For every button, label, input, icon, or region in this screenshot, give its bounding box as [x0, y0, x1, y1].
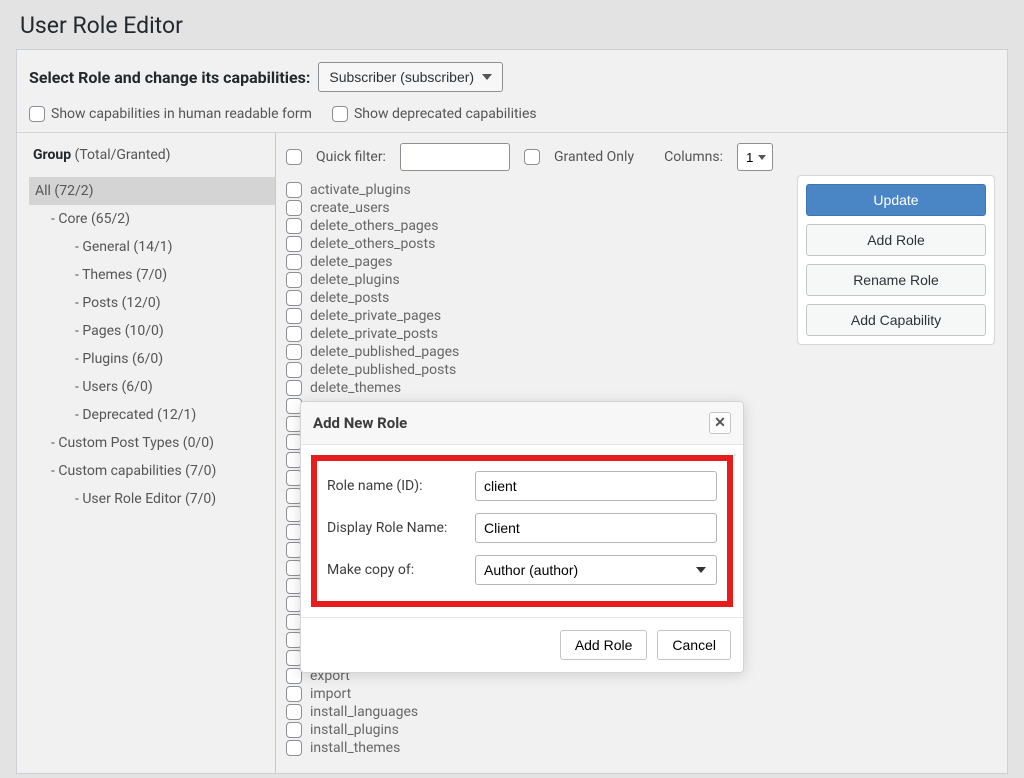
capability-row: delete_private_pages — [286, 307, 783, 325]
capability-label: install_plugins — [310, 722, 399, 738]
quick-filter-label: Quick filter: — [316, 149, 386, 165]
capability-label: delete_private_posts — [310, 326, 438, 342]
group-item[interactable]: - Users (6/0) — [29, 373, 275, 401]
update-button[interactable]: Update — [806, 184, 986, 216]
capability-checkbox[interactable] — [286, 272, 302, 288]
capability-label: delete_others_posts — [310, 236, 435, 252]
close-icon[interactable]: ✕ — [709, 412, 731, 434]
capability-row: delete_posts — [286, 289, 783, 307]
actions-column: Update Add Role Rename Role Add Capabili… — [783, 133, 995, 773]
capability-label: delete_pages — [310, 254, 392, 270]
capability-row: delete_others_pages — [286, 217, 783, 235]
group-item[interactable]: - Deprecated (12/1) — [29, 401, 275, 429]
capability-label: delete_plugins — [310, 272, 400, 288]
cb-deprecated-text: Show deprecated capabilities — [354, 106, 537, 122]
capability-row: delete_themes — [286, 379, 783, 397]
capability-checkbox[interactable] — [286, 686, 302, 702]
group-item[interactable]: - User Role Editor (7/0) — [29, 485, 275, 513]
capability-label: delete_private_pages — [310, 308, 441, 324]
capability-row: activate_plugins — [286, 181, 783, 199]
capability-checkbox[interactable] — [286, 380, 302, 396]
role-select[interactable]: Subscriber (subscriber) — [318, 62, 503, 92]
granted-only-cb[interactable] — [524, 149, 540, 165]
group-item[interactable]: - Themes (7/0) — [29, 261, 275, 289]
capability-row: delete_pages — [286, 253, 783, 271]
capability-row: create_users — [286, 199, 783, 217]
group-column: Group (Total/Granted) All (72/2)- Core (… — [29, 133, 275, 773]
capability-label: delete_published_posts — [310, 362, 456, 378]
group-item[interactable]: - Pages (10/0) — [29, 317, 275, 345]
columns-label: Columns: — [664, 149, 723, 165]
copy-of-label: Make copy of: — [327, 562, 475, 578]
columns-select[interactable]: 1 — [737, 143, 773, 171]
role-id-label: Role name (ID): — [327, 478, 475, 494]
capability-checkbox[interactable] — [286, 254, 302, 270]
capability-checkbox[interactable] — [286, 308, 302, 324]
capability-row: delete_published_posts — [286, 361, 783, 379]
cb-readable[interactable] — [29, 106, 45, 122]
capability-label: delete_published_pages — [310, 344, 459, 360]
highlight-box: Role name (ID): Display Role Name: Make … — [311, 455, 733, 607]
capability-label: import — [310, 686, 351, 702]
capability-checkbox[interactable] — [286, 344, 302, 360]
capability-row: install_themes — [286, 739, 783, 757]
cb-deprecated-label[interactable]: Show deprecated capabilities — [332, 106, 537, 122]
group-item[interactable]: - Posts (12/0) — [29, 289, 275, 317]
capability-label: install_themes — [310, 740, 400, 756]
capability-checkbox[interactable] — [286, 704, 302, 720]
group-tree: All (72/2)- Core (65/2)- General (14/1)-… — [29, 177, 275, 513]
cb-readable-label[interactable]: Show capabilities in human readable form — [29, 106, 312, 122]
capability-checkbox[interactable] — [286, 218, 302, 234]
capability-label: delete_themes — [310, 380, 401, 396]
capability-checkbox[interactable] — [286, 290, 302, 306]
select-role-label: Select Role and change its capabilities: — [29, 68, 310, 87]
dialog-title: Add New Role — [313, 414, 407, 432]
capability-checkbox[interactable] — [286, 362, 302, 378]
cb-deprecated[interactable] — [332, 106, 348, 122]
add-role-dialog: Add New Role ✕ Role name (ID): Display R… — [300, 401, 744, 673]
group-item[interactable]: - General (14/1) — [29, 233, 275, 261]
group-item[interactable]: All (72/2) — [29, 177, 275, 205]
dialog-add-role-button[interactable]: Add Role — [560, 630, 648, 660]
capability-row: delete_private_posts — [286, 325, 783, 343]
select-all-cb[interactable] — [286, 149, 302, 165]
capability-row: delete_published_pages — [286, 343, 783, 361]
dialog-cancel-button[interactable]: Cancel — [657, 630, 731, 660]
group-item[interactable]: - Core (65/2) — [29, 205, 275, 233]
capability-label: delete_others_pages — [310, 218, 438, 234]
capability-checkbox[interactable] — [286, 236, 302, 252]
group-item[interactable]: - Plugins (6/0) — [29, 345, 275, 373]
capability-checkbox[interactable] — [286, 326, 302, 342]
capability-checkbox[interactable] — [286, 182, 302, 198]
copy-of-select[interactable]: Author (author) — [475, 555, 717, 585]
capability-label: activate_plugins — [310, 182, 411, 198]
quick-filter-input[interactable] — [400, 143, 510, 171]
capability-row: delete_others_posts — [286, 235, 783, 253]
group-header: Group (Total/Granted) — [29, 147, 275, 177]
group-item[interactable]: - Custom Post Types (0/0) — [29, 429, 275, 457]
display-name-input[interactable] — [475, 513, 717, 543]
capability-row: install_languages — [286, 703, 783, 721]
add-role-button[interactable]: Add Role — [806, 224, 986, 256]
group-item[interactable]: - Custom capabilities (7/0) — [29, 457, 275, 485]
capability-checkbox[interactable] — [286, 200, 302, 216]
rename-role-button[interactable]: Rename Role — [806, 264, 986, 296]
capability-checkbox[interactable] — [286, 740, 302, 756]
capability-label: install_languages — [310, 704, 418, 720]
granted-only-label: Granted Only — [554, 149, 634, 165]
capability-label: create_users — [310, 200, 390, 216]
capability-checkbox[interactable] — [286, 722, 302, 738]
capability-row: delete_plugins — [286, 271, 783, 289]
capability-row: import — [286, 685, 783, 703]
capability-row: install_plugins — [286, 721, 783, 739]
display-name-label: Display Role Name: — [327, 520, 475, 536]
cb-readable-text: Show capabilities in human readable form — [51, 106, 312, 122]
role-id-input[interactable] — [475, 471, 717, 501]
add-capability-button[interactable]: Add Capability — [806, 304, 986, 336]
capability-label: delete_posts — [310, 290, 389, 306]
page-title: User Role Editor — [0, 0, 1024, 49]
